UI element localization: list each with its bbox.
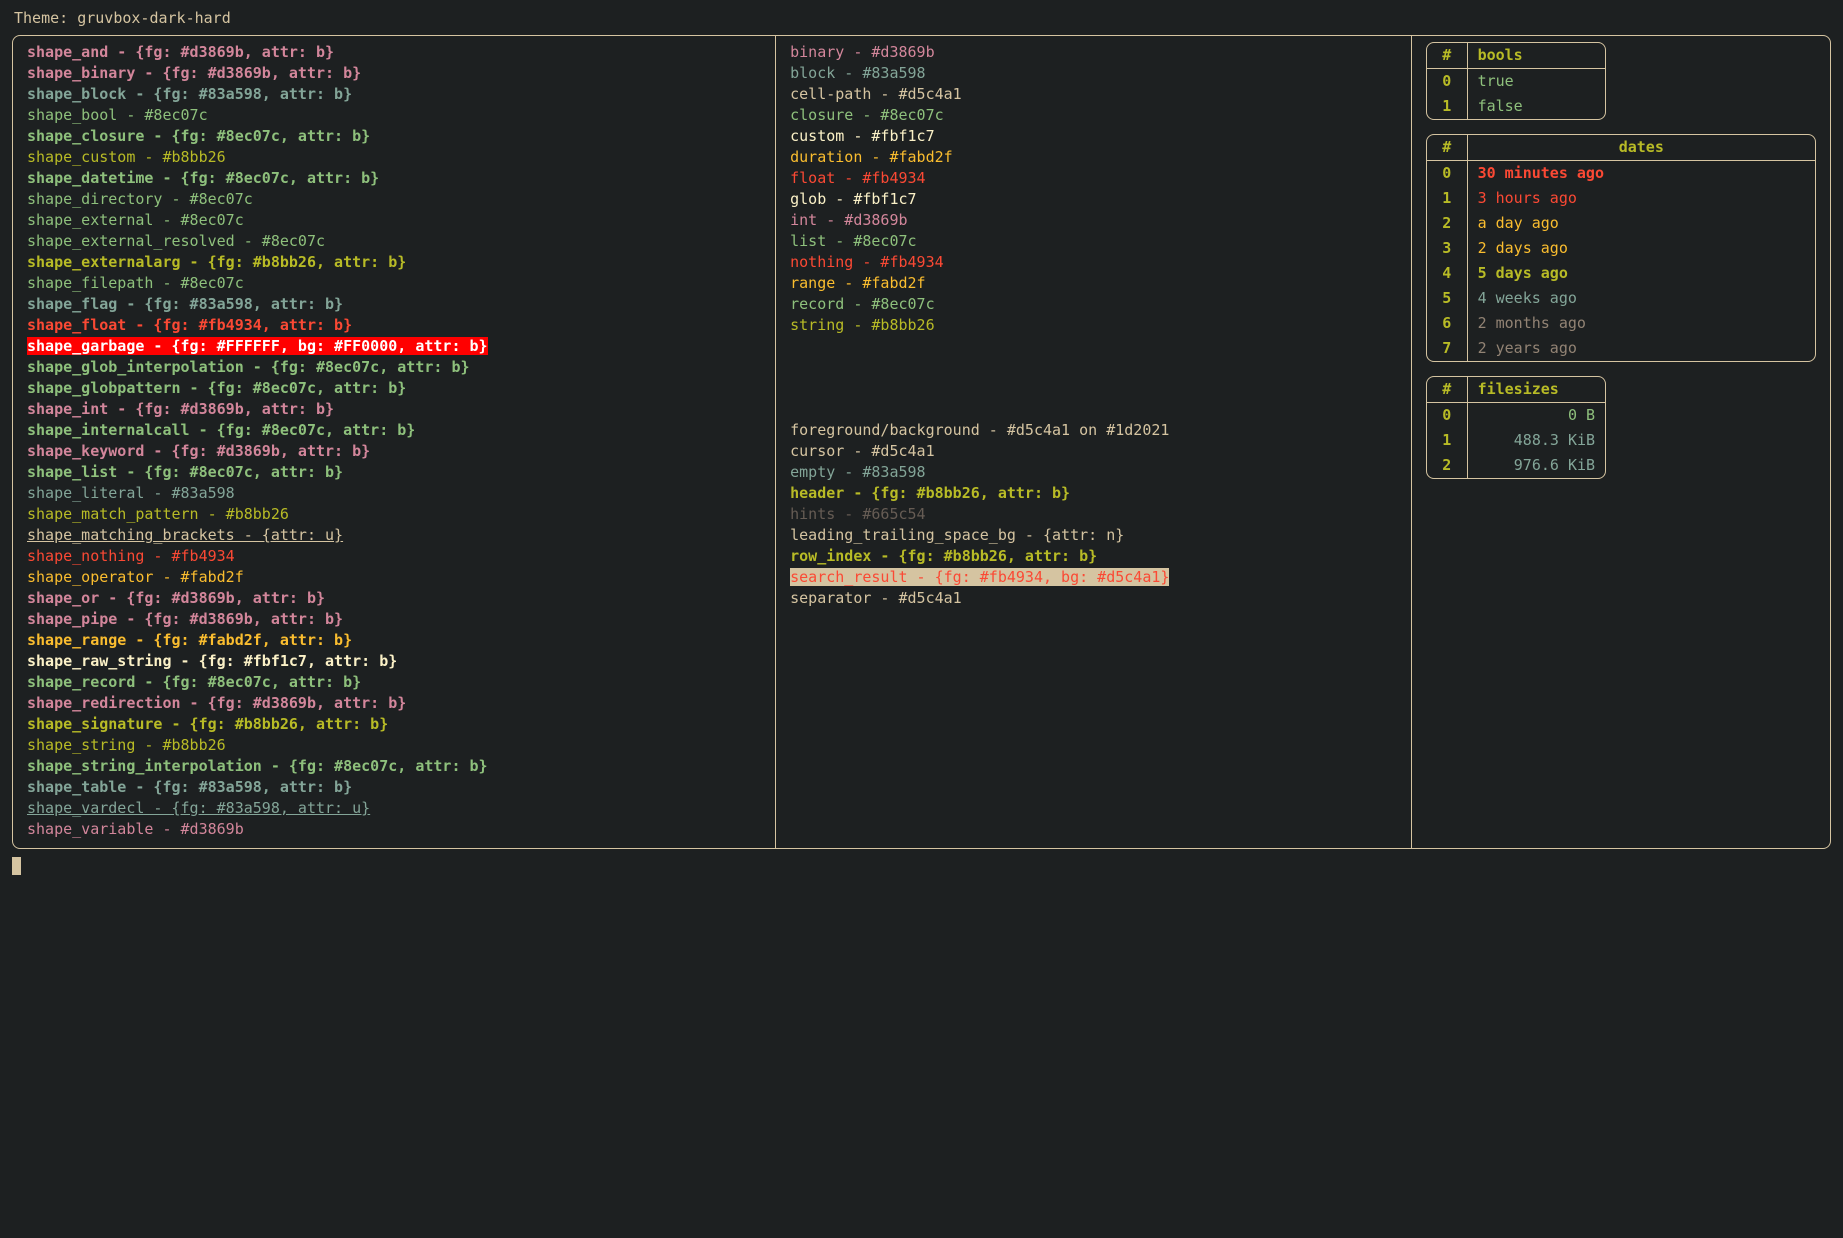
style-entry: shape_externalarg - {fg: #b8bb26, attr: …	[27, 253, 406, 271]
style-entry: row_index - {fg: #b8bb26, attr: b}	[790, 547, 1097, 565]
tables-column: #bools0true1false #dates030 minutes ago13…	[1412, 36, 1830, 848]
style-entry: search_result - {fg: #fb4934, bg: #d5c4a…	[790, 568, 1169, 586]
style-entry: shape_vardecl - {fg: #83a598, attr: u}	[27, 799, 370, 817]
style-entry: record - #8ec07c	[790, 295, 935, 313]
style-entry: shape_string_interpolation - {fg: #8ec07…	[27, 757, 488, 775]
style-entry: shape_signature - {fg: #b8bb26, attr: b}	[27, 715, 388, 733]
style-entry: shape_int - {fg: #d3869b, attr: b}	[27, 400, 334, 418]
style-entry: shape_glob_interpolation - {fg: #8ec07c,…	[27, 358, 470, 376]
types-misc-column: binary - #d3869b block - #83a598 cell-path…	[776, 36, 1412, 848]
style-entry: duration - #fabd2f	[790, 148, 953, 166]
style-entry: cursor - #d5c4a1	[790, 442, 935, 460]
style-entry: string - #b8bb26	[790, 316, 935, 334]
style-entry: shape_range - {fg: #fabd2f, attr: b}	[27, 631, 352, 649]
style-entry: shape_or - {fg: #d3869b, attr: b}	[27, 589, 325, 607]
style-entry: shape_binary - {fg: #d3869b, attr: b}	[27, 64, 361, 82]
mini-table: #dates030 minutes ago13 hours ago2a day …	[1426, 134, 1816, 362]
style-entry: shape_literal - #83a598	[27, 484, 235, 502]
style-entry: leading_trailing_space_bg - {attr: n}	[790, 526, 1124, 544]
style-entry: shape_external_resolved - #8ec07c	[27, 232, 325, 250]
style-entry: glob - #fbf1c7	[790, 190, 916, 208]
style-entry: custom - #fbf1c7	[790, 127, 935, 145]
style-entry: shape_string - #b8bb26	[27, 736, 226, 754]
style-entry: shape_directory - #8ec07c	[27, 190, 253, 208]
style-entry: shape_closure - {fg: #8ec07c, attr: b}	[27, 127, 370, 145]
style-entry: shape_pipe - {fg: #d3869b, attr: b}	[27, 610, 343, 628]
style-entry: cell-path - #d5c4a1	[790, 85, 962, 103]
style-entry: shape_float - {fg: #fb4934, attr: b}	[27, 316, 352, 334]
style-entry: nothing - #fb4934	[790, 253, 944, 271]
style-entry: shape_match_pattern - #b8bb26	[27, 505, 289, 523]
style-entry: shape_internalcall - {fg: #8ec07c, attr:…	[27, 421, 415, 439]
style-entry: shape_globpattern - {fg: #8ec07c, attr: …	[27, 379, 406, 397]
style-entry: list - #8ec07c	[790, 232, 916, 250]
style-entry: empty - #83a598	[790, 463, 925, 481]
style-entry: range - #fabd2f	[790, 274, 925, 292]
style-entry: shape_matching_brackets - {attr: u}	[27, 526, 343, 544]
theme-preview-box: shape_and - {fg: #d3869b, attr: b} shape_…	[12, 35, 1831, 849]
style-entry: shape_datetime - {fg: #8ec07c, attr: b}	[27, 169, 379, 187]
style-entry: shape_bool - #8ec07c	[27, 106, 208, 124]
style-entry: shape_external - #8ec07c	[27, 211, 244, 229]
style-entry: shape_filepath - #8ec07c	[27, 274, 244, 292]
style-entry: shape_list - {fg: #8ec07c, attr: b}	[27, 463, 343, 481]
style-entry: separator - #d5c4a1	[790, 589, 962, 607]
style-entry: shape_variable - #d3869b	[27, 820, 244, 838]
style-entry: shape_block - {fg: #83a598, attr: b}	[27, 85, 352, 103]
style-entry: header - {fg: #b8bb26, attr: b}	[790, 484, 1070, 502]
style-entry: shape_flag - {fg: #83a598, attr: b}	[27, 295, 343, 313]
prompt-cursor[interactable]	[12, 857, 21, 875]
style-entry: shape_record - {fg: #8ec07c, attr: b}	[27, 673, 361, 691]
style-entry: binary - #d3869b	[790, 43, 935, 61]
style-entry: shape_table - {fg: #83a598, attr: b}	[27, 778, 352, 796]
style-entry: shape_garbage - {fg: #FFFFFF, bg: #FF000…	[27, 337, 488, 355]
style-entry: shape_redirection - {fg: #d3869b, attr: …	[27, 694, 406, 712]
mini-table: #bools0true1false	[1426, 42, 1606, 120]
style-entry: foreground/background - #d5c4a1 on #1d20…	[790, 421, 1169, 439]
style-entry: shape_operator - #fabd2f	[27, 568, 244, 586]
theme-title: Theme: gruvbox-dark-hard	[12, 8, 1831, 29]
style-entry: shape_keyword - {fg: #d3869b, attr: b}	[27, 442, 370, 460]
shapes-column: shape_and - {fg: #d3869b, attr: b} shape_…	[13, 36, 776, 848]
style-entry: closure - #8ec07c	[790, 106, 944, 124]
style-entry: shape_raw_string - {fg: #fbf1c7, attr: b…	[27, 652, 397, 670]
mini-table: #filesizes00 B1488.3 KiB2976.6 KiB	[1426, 376, 1606, 479]
style-entry: shape_nothing - #fb4934	[27, 547, 235, 565]
style-entry: int - #d3869b	[790, 211, 907, 229]
style-entry: shape_and - {fg: #d3869b, attr: b}	[27, 43, 334, 61]
style-entry: shape_custom - #b8bb26	[27, 148, 226, 166]
style-entry: block - #83a598	[790, 64, 925, 82]
style-entry: float - #fb4934	[790, 169, 925, 187]
style-entry: hints - #665c54	[790, 505, 925, 523]
